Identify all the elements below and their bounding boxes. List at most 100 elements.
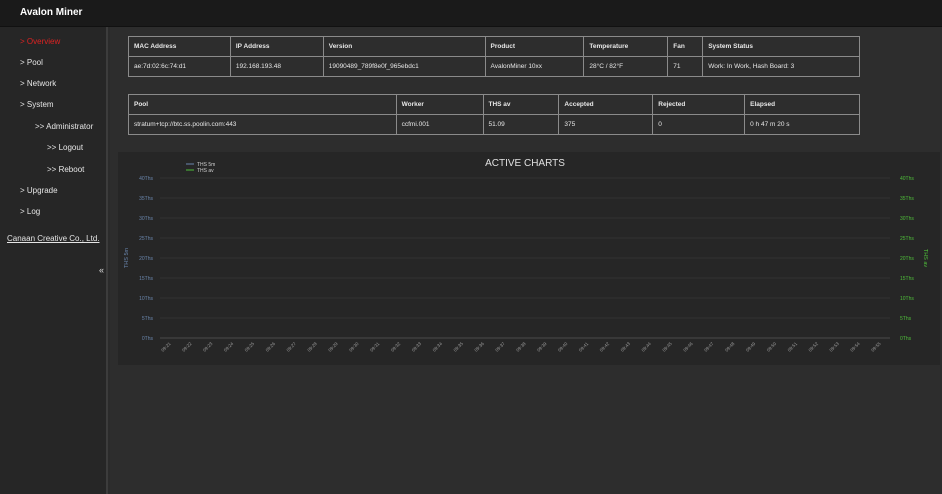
- y-tick-label-right: 0Ths: [900, 336, 912, 342]
- x-tick-label: 09:50: [766, 341, 778, 353]
- y-tick-label-left: 10Ths: [139, 296, 153, 302]
- y-tick-label-left: 5Ths: [142, 316, 154, 322]
- y-tick-label-right: 5Ths: [900, 316, 912, 322]
- x-tick-label: 09:47: [703, 341, 715, 353]
- header-system-status: System Status: [702, 36, 860, 57]
- nav-logout[interactable]: >> Logout: [47, 143, 83, 152]
- version: 19090489_789f8e0f_965ebdc1: [322, 56, 486, 77]
- x-tick-label: 09:32: [390, 341, 402, 353]
- header-ths-av: THS av: [482, 94, 560, 115]
- app-title: Avalon Miner: [20, 7, 83, 18]
- device-info-table: MAC Address IP Address Version Product T…: [128, 36, 860, 77]
- active-charts-panel: ACTIVE CHARTS THS 5m THS av 40Ths 35Ths 30T…: [118, 152, 940, 365]
- table-row: stratum+tcp://btc.ss.poolin.com:443 ccfm…: [128, 114, 860, 135]
- x-tick-label: 09:35: [453, 341, 465, 353]
- company-link[interactable]: Canaan Creative Co., Ltd.: [7, 234, 100, 243]
- header-rejected: Rejected: [652, 94, 746, 115]
- x-tick-label: 09:37: [494, 341, 506, 353]
- header-version: Version: [322, 36, 486, 57]
- x-tick-label: 09:51: [787, 341, 799, 353]
- header-fan: Fan: [667, 36, 704, 57]
- header-product: Product: [484, 36, 585, 57]
- x-tick-label: 09:39: [536, 341, 548, 353]
- fan-speed: 71: [667, 56, 704, 77]
- y-tick-label-left: 25Ths: [139, 236, 153, 242]
- sidebar: > Overview > Pool > Network > System >> …: [0, 27, 108, 494]
- y-tick-label-left: 40Ths: [139, 176, 153, 182]
- nav-network[interactable]: > Network: [20, 79, 56, 88]
- x-tick-label: 09:23: [202, 341, 214, 353]
- rejected-value: 0: [652, 114, 746, 135]
- x-tick-label: 09:53: [828, 341, 840, 353]
- table-header-row: Pool Worker THS av Accepted Rejected Ela…: [128, 94, 860, 115]
- pool-url: stratum+tcp://btc.ss.poolin.com:443: [128, 114, 397, 135]
- nav-upgrade[interactable]: > Upgrade: [20, 186, 58, 195]
- x-tick-label: 09:40: [557, 341, 569, 353]
- x-tick-label: 09:24: [223, 341, 235, 353]
- y-axis-label-left: THS 5m: [124, 247, 130, 268]
- y-tick-label-left: 35Ths: [139, 196, 153, 202]
- ths-av-value: 51.09: [482, 114, 560, 135]
- x-tick-label: 09:43: [620, 341, 632, 353]
- y-tick-label-left: 15Ths: [139, 276, 153, 282]
- x-tick-label: 09:25: [244, 341, 256, 353]
- header-mac: MAC Address: [128, 36, 231, 57]
- top-bar: Avalon Miner: [0, 0, 942, 27]
- y-tick-label-right: 15Ths: [900, 276, 914, 282]
- y-tick-label-right: 20Ths: [900, 256, 914, 262]
- main-content: MAC Address IP Address Version Product T…: [110, 27, 942, 494]
- x-tick-label: 09:33: [411, 341, 423, 353]
- y-tick-label-right: 40Ths: [900, 176, 914, 182]
- x-tick-label: 09:36: [473, 341, 485, 353]
- x-tick-label: 09:27: [285, 341, 297, 353]
- x-tick-label: 09:49: [745, 341, 757, 353]
- ip-address: 192.168.193.48: [229, 56, 324, 77]
- accepted-value: 375: [558, 114, 654, 135]
- x-tick-label: 09:29: [327, 341, 339, 353]
- y-tick-label-left: 20Ths: [139, 256, 153, 262]
- x-tick-label: 09:28: [306, 341, 318, 353]
- nav-log[interactable]: > Log: [20, 207, 40, 216]
- nav-reboot[interactable]: >> Reboot: [47, 165, 84, 174]
- nav-pool[interactable]: > Pool: [20, 58, 43, 67]
- y-tick-label-right: 25Ths: [900, 236, 914, 242]
- x-tick-label: 09:34: [432, 341, 444, 353]
- header-ip: IP Address: [229, 36, 324, 57]
- table-row: ae:7d:02:6c:74:d1 192.168.193.48 1909048…: [128, 56, 860, 77]
- temperature: 28°C / 82°F: [583, 56, 669, 77]
- nav-administrator[interactable]: >> Administrator: [35, 122, 93, 131]
- x-tick-label: 09:22: [181, 341, 193, 353]
- x-tick-label: 09:30: [348, 341, 360, 353]
- x-tick-label: 09:38: [515, 341, 527, 353]
- x-tick-label: 09:31: [369, 341, 381, 353]
- header-worker: Worker: [395, 94, 484, 115]
- x-tick-label: 09:55: [870, 341, 882, 353]
- x-tick-label: 09:26: [265, 341, 277, 353]
- collapse-sidebar-icon[interactable]: «: [99, 265, 104, 275]
- x-tick-label: 09:54: [849, 341, 861, 353]
- elapsed-value: 0 h 47 m 20 s: [744, 114, 860, 135]
- nav-overview[interactable]: > Overview: [20, 37, 60, 46]
- chart-title: ACTIVE CHARTS: [485, 158, 565, 169]
- x-tick-label: 09:41: [578, 341, 590, 353]
- x-tick-label: 09:45: [661, 341, 673, 353]
- header-temperature: Temperature: [583, 36, 669, 57]
- hashrate-chart: ACTIVE CHARTS THS 5mTHS av 40Ths35Ths30T…: [124, 158, 928, 353]
- x-tick-label: 09:21: [160, 341, 172, 353]
- x-tick-label: 09:52: [808, 341, 820, 353]
- x-tick-label: 09:44: [640, 341, 652, 353]
- table-header-row: MAC Address IP Address Version Product T…: [128, 36, 860, 57]
- nav-system[interactable]: > System: [20, 100, 54, 109]
- y-tick-label-right: 10Ths: [900, 296, 914, 302]
- x-tick-label: 09:42: [599, 341, 611, 353]
- chart-legend: THS 5mTHS av: [186, 162, 215, 174]
- pool-table: Pool Worker THS av Accepted Rejected Ela…: [128, 94, 860, 135]
- y-axis-label-right: THS av: [922, 249, 928, 268]
- header-accepted: Accepted: [558, 94, 654, 115]
- x-tick-label: 09:46: [682, 341, 694, 353]
- y-tick-label-right: 35Ths: [900, 196, 914, 202]
- worker-name: ccfmi.001: [395, 114, 484, 135]
- y-tick-label-right: 30Ths: [900, 216, 914, 222]
- y-tick-label-left: 30Ths: [139, 216, 153, 222]
- header-pool: Pool: [128, 94, 397, 115]
